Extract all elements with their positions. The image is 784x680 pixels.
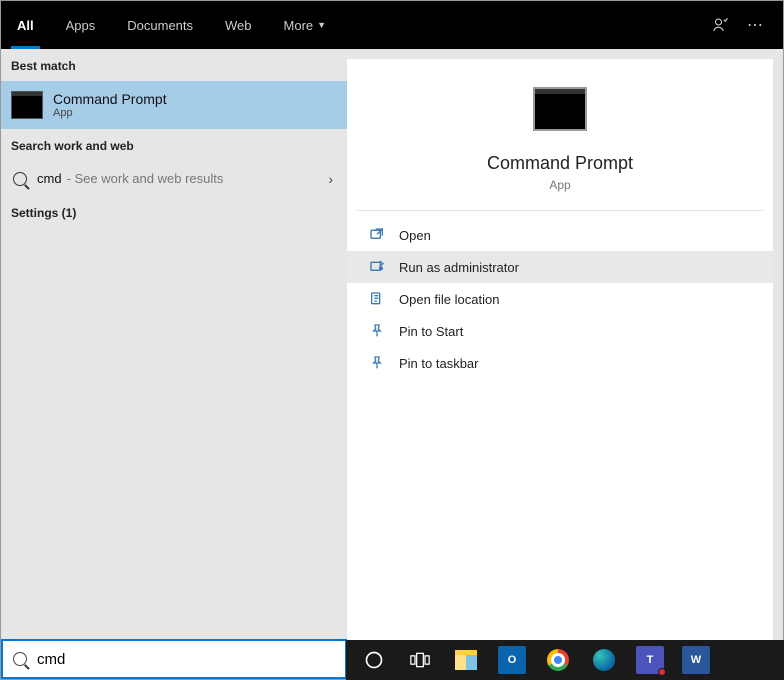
more-options-icon[interactable]: ⋯ — [747, 15, 763, 35]
tab-apps[interactable]: Apps — [50, 1, 112, 49]
action-run-as-admin[interactable]: Run as administrator — [347, 251, 773, 283]
cortana-icon[interactable] — [354, 643, 394, 677]
best-match-result[interactable]: Command Prompt App — [1, 81, 347, 129]
taskbar-word[interactable]: W — [676, 643, 716, 677]
admin-icon — [369, 259, 385, 275]
tab-web[interactable]: Web — [209, 1, 268, 49]
action-pin-start-label: Pin to Start — [399, 324, 463, 339]
action-pin-start[interactable]: Pin to Start — [347, 315, 773, 347]
best-match-title: Command Prompt — [53, 91, 167, 107]
tab-all[interactable]: All — [1, 1, 50, 49]
taskbar-file-explorer[interactable] — [446, 643, 486, 677]
taskbar-chrome[interactable] — [538, 643, 578, 677]
taskbar: O T W — [346, 640, 784, 680]
taskbar-edge[interactable] — [584, 643, 624, 677]
search-input[interactable] — [37, 651, 335, 668]
action-open[interactable]: Open — [347, 219, 773, 251]
pin-icon — [369, 323, 385, 339]
section-settings[interactable]: Settings (1) — [1, 196, 347, 230]
cmd-icon — [11, 91, 43, 119]
results-panel: Best match Command Prompt App Search wor… — [1, 49, 347, 679]
search-tabs: All Apps Documents Web More▼ ⋯ — [1, 1, 783, 49]
search-box[interactable] — [1, 639, 347, 679]
search-work-web-row[interactable]: cmd - See work and web results › — [1, 161, 347, 196]
action-pin-taskbar[interactable]: Pin to taskbar — [347, 347, 773, 379]
cmd-icon — [533, 87, 587, 131]
pin-icon — [369, 355, 385, 371]
action-pin-taskbar-label: Pin to taskbar — [399, 356, 479, 371]
search-icon — [13, 172, 27, 186]
taskbar-teams[interactable]: T — [630, 643, 670, 677]
preview-panel: Command Prompt App Open Run as administr… — [347, 59, 773, 669]
search-icon — [13, 652, 27, 666]
task-view-icon[interactable] — [400, 643, 440, 677]
tab-more[interactable]: More▼ — [268, 1, 343, 49]
folder-icon — [369, 291, 385, 307]
action-open-label: Open — [399, 228, 431, 243]
section-search-work-web: Search work and web — [1, 129, 347, 161]
action-open-file-location[interactable]: Open file location — [347, 283, 773, 315]
section-best-match: Best match — [1, 49, 347, 81]
best-match-subtitle: App — [53, 107, 167, 119]
preview-title: Command Prompt — [487, 153, 633, 174]
action-run-admin-label: Run as administrator — [399, 260, 519, 275]
search-query-text: cmd — [37, 171, 62, 186]
preview-subtitle: App — [549, 178, 570, 192]
open-icon — [369, 227, 385, 243]
chevron-down-icon: ▼ — [317, 20, 326, 30]
feedback-icon[interactable] — [711, 16, 729, 34]
tab-documents[interactable]: Documents — [111, 1, 209, 49]
taskbar-outlook[interactable]: O — [492, 643, 532, 677]
action-file-location-label: Open file location — [399, 292, 499, 307]
search-hint-text: - See work and web results — [67, 171, 224, 186]
chevron-right-icon: › — [328, 171, 333, 187]
